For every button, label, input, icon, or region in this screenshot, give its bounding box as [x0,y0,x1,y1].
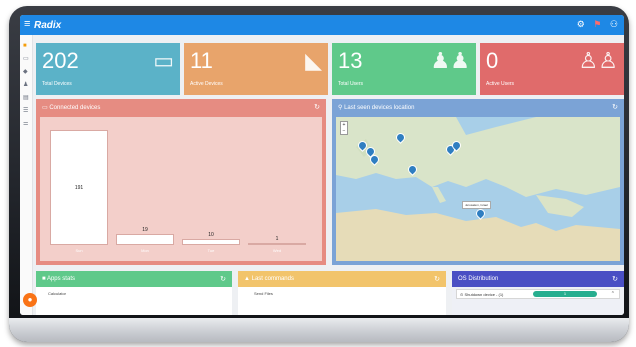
apps-stats-panel: ■ Apps stats ↻ Calculator [36,271,232,315]
tile-value: 11 [190,48,213,73]
last-commands-panel: ▲ Last commands ↻ Send Files [238,271,446,315]
gear-icon[interactable]: ⚙ [577,19,585,29]
shield-icon[interactable]: ◆ [23,69,29,75]
top-bar: ≡ Radix ⚙ ⚑ ⚇ [20,15,624,35]
bar-chart: 191 Sun 19 Mon 10 Tue 1 Wed [40,117,322,261]
panel-title: ■ Apps stats [42,276,75,282]
tile-value: 202 [42,48,79,73]
tile-label: Total Devices [42,81,72,87]
panel-header: ▲ Last commands ↻ [238,271,446,287]
refresh-icon[interactable]: ↻ [612,103,618,111]
refresh-icon[interactable]: ↻ [612,275,618,283]
settings-icon[interactable]: ⚌ [23,121,29,127]
tile-total-users[interactable]: 13 Total Users ♟♟ [332,43,476,95]
sidebar: ■ ▭ ◆ ♟ ▤ ☰ ⚌ [20,35,33,315]
dashboard-icon[interactable]: ■ [23,43,29,49]
list-icon[interactable]: ☰ [23,108,29,114]
tile-label: Total Users [338,81,364,87]
os-row[interactable]: ⊙ Shutdown device - (1) 1 ⌃ [456,289,620,299]
refresh-icon[interactable]: ↻ [314,103,320,111]
bar-value-label: 1 [275,236,279,242]
top-bar-icons: ⚙ ⚑ ⚇ [571,19,618,30]
map-land [336,117,620,261]
map-tooltip: Jerusalem, Israel [462,201,491,209]
panel-header: ■ Apps stats ↻ [36,271,232,287]
device-icon: ▭ [153,48,174,73]
chat-button[interactable]: ● [23,293,37,307]
devices-location-panel: ⚲ Last seen devices location ↻ + − Jerusa… [332,99,624,265]
chevron-up-icon[interactable]: ⌃ [611,291,615,297]
bar-category-label: Wed [272,248,282,253]
tile-label: Active Users [486,81,515,87]
tile-label: Active Devices [190,81,223,87]
connected-devices-panel: ▭ Connected devices ↻ 191 Sun 19 Mon 10 Tue 1 W… [36,99,326,265]
file-icon[interactable]: ▤ [23,95,29,101]
apps-row: Calculator [48,291,67,296]
tile-active-devices[interactable]: 11 Active Devices ◣ [184,43,328,95]
bar-value-label: 10 [208,232,214,238]
monitor-chin [9,318,629,342]
flag-icon[interactable]: ⚑ [593,19,601,29]
os-row-value: 1 [533,291,597,297]
user-icon[interactable]: ⚇ [610,19,618,29]
brand-logo[interactable]: Radix [34,20,61,31]
zoom-controls[interactable]: + − [340,121,348,135]
tile-active-users[interactable]: 0 Active Users ♙♙ [480,43,624,95]
panel-title: ▭ Connected devices [42,105,101,111]
chat-icon: ● [27,295,33,304]
os-distribution-panel: OS Distribution ↻ ⊙ Shutdown device - (1… [452,271,624,315]
panel-title: OS Distribution [458,276,499,282]
users-icon[interactable]: ♟ [23,82,29,88]
bar-category-label: Mon [141,248,149,253]
bar[interactable] [248,243,306,245]
bar-value-label: 191 [74,184,84,191]
tile-total-devices[interactable]: 202 Total Devices ▭ [36,43,180,95]
panel-header: ▭ Connected devices ↻ [36,99,326,115]
cast-icon: ◣ [305,48,322,73]
tile-value: 13 [338,48,363,73]
bar[interactable] [182,239,240,245]
tile-value: 0 [486,48,499,73]
user-group-icon: ♙♙ [578,48,618,73]
os-row-label: ⊙ Shutdown device - (1) [460,292,504,297]
users-icon: ♟♟ [430,48,470,73]
panel-header: ⚲ Last seen devices location ↻ [332,99,624,115]
panel-header: OS Distribution ↻ [452,271,624,287]
bar-category-label: Sun [75,248,83,253]
panel-title: ▲ Last commands [244,276,294,282]
bar[interactable] [116,233,174,245]
panel-title: ⚲ Last seen devices location [338,105,415,111]
menu-icon[interactable]: ≡ [24,19,30,30]
commands-row: Send Files [254,291,273,296]
bar-value-label: 19 [142,226,148,233]
map[interactable]: + − Jerusalem, Israel [336,117,620,261]
refresh-icon[interactable]: ↻ [220,275,226,283]
devices-icon[interactable]: ▭ [23,56,29,62]
app-screen: ≡ Radix ⚙ ⚑ ⚇ ■ ▭ ◆ ♟ ▤ ☰ ⚌ 202 Total De… [20,15,624,315]
bar-category-label: Tue [207,248,215,253]
refresh-icon[interactable]: ↻ [434,275,440,283]
